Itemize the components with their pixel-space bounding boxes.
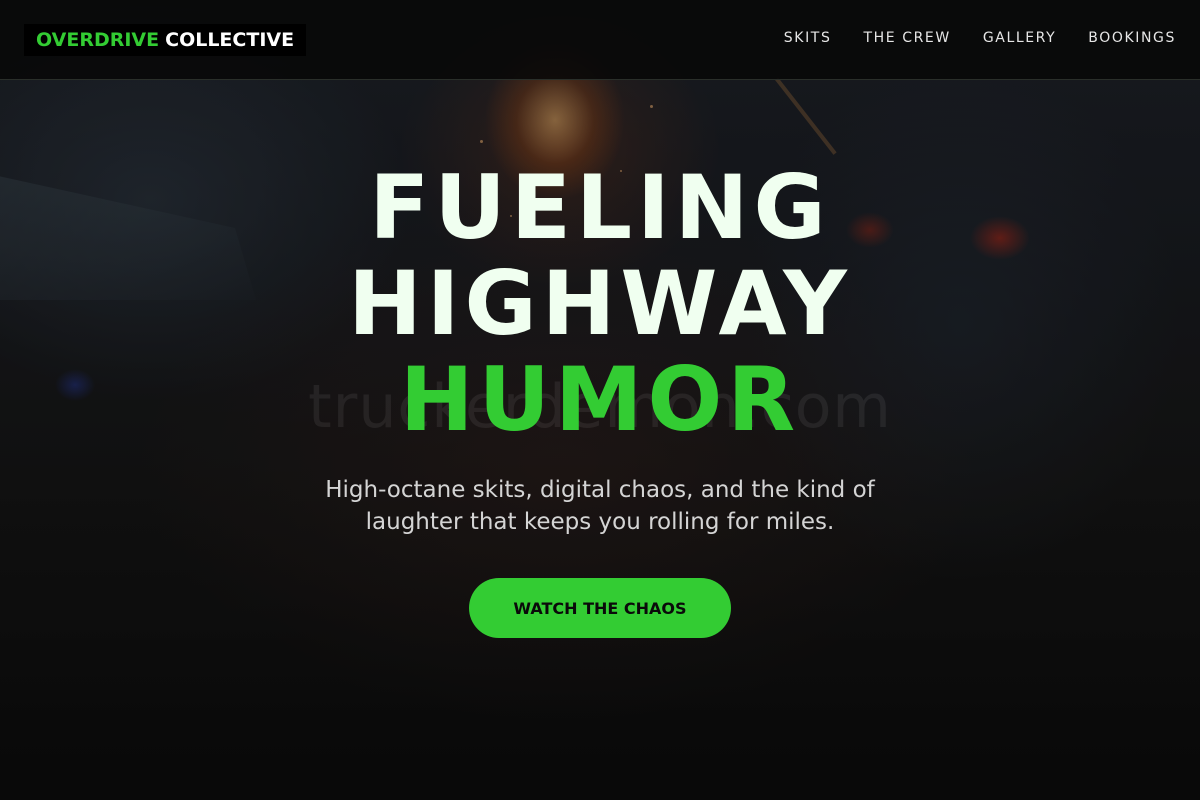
nav-link-gallery[interactable]: GALLERY: [983, 30, 1056, 46]
main-nav: SKITS THE CREW GALLERY BOOKINGS: [784, 30, 1176, 46]
logo-text: COLLECTIVE: [165, 29, 295, 51]
hero-subtext: High-octane skits, digital chaos, and th…: [325, 477, 875, 535]
page: truckerdemon.com OVERDRIVE COLLECTIVE SK…: [0, 0, 1200, 800]
nav-link-skits[interactable]: SKITS: [784, 30, 832, 46]
headline-line-1: FUELING: [369, 156, 831, 259]
headline-line-3: HUMOR: [399, 348, 801, 451]
logo-accent-text: OVERDRIVE: [36, 29, 160, 51]
nav-link-bookings[interactable]: BOOKINGS: [1088, 30, 1176, 46]
headline-line-2: HIGHWAY: [348, 252, 852, 355]
site-logo[interactable]: OVERDRIVE COLLECTIVE: [24, 24, 307, 56]
hero-headline: FUELING HIGHWAY HUMOR: [0, 160, 1200, 448]
watch-the-chaos-button[interactable]: WATCH THE CHAOS: [469, 578, 731, 638]
site-header: OVERDRIVE COLLECTIVE SKITS THE CREW GALL…: [0, 0, 1200, 80]
nav-link-the-crew[interactable]: THE CREW: [863, 30, 950, 46]
